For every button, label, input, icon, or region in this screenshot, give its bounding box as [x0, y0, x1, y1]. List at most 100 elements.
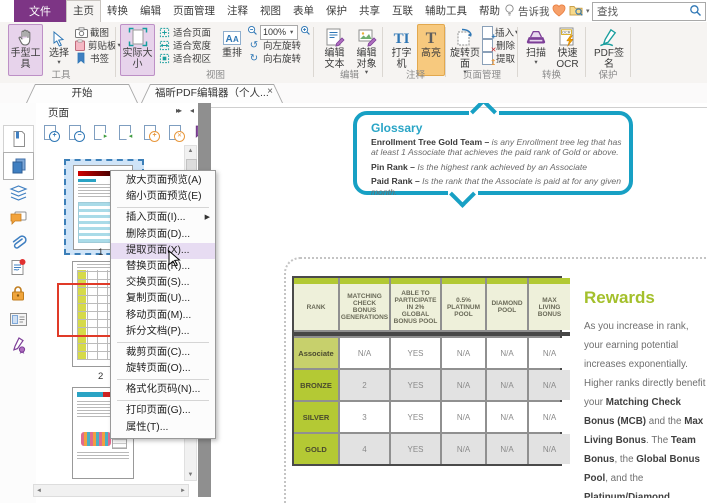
menu-separator [117, 342, 209, 343]
menu-tab-connect[interactable]: 互联 [386, 0, 419, 22]
layers-panel-button[interactable] [7, 182, 29, 204]
table-rank-cell: GOLD [294, 434, 338, 464]
digital-signatures-panel-button[interactable] [7, 256, 29, 278]
ribbon-divider [517, 27, 518, 77]
scroll-left-icon[interactable]: ◄ [36, 488, 42, 494]
fields-panel-button[interactable] [7, 308, 29, 330]
thumb3-diagram [81, 432, 111, 446]
delete-pages-button[interactable]: ✕ 删除 [482, 39, 515, 51]
table-cell: YES [391, 338, 440, 368]
security-panel-button[interactable] [7, 282, 29, 304]
context-menu-item-move-pages[interactable]: 移动页面(M)... [111, 308, 215, 324]
snapshot-button[interactable]: 截图 [74, 26, 118, 38]
bookmark-button[interactable]: 书签 [74, 52, 118, 64]
menu-tab-form[interactable]: 表单 [287, 0, 320, 22]
find-box[interactable] [592, 2, 706, 21]
context-menu-item-crop-pages[interactable]: 裁剪页面(C)... [111, 345, 215, 361]
extract-page-button[interactable]: ▸ [94, 125, 109, 141]
menu-tab-protect[interactable]: 保护 [320, 0, 353, 22]
table-cell: N/A [529, 370, 570, 400]
panel-horizontal-scrollbar[interactable]: ◄ ► [33, 484, 189, 497]
fit-width-button[interactable]: 适合宽度 [157, 39, 215, 51]
zoom-row: 100%▾ [247, 26, 311, 38]
glossary-callout: Glossary Enrollment Tree Gold Team – is … [353, 111, 633, 195]
doc-tab-editor[interactable]: 福昕PDF编辑器（个人... × [141, 84, 283, 103]
close-tab-icon[interactable]: × [267, 86, 273, 97]
table-cell: YES [391, 402, 440, 432]
clipboard-button[interactable]: 剪贴板▾ [74, 39, 118, 51]
ribbon-divider [585, 27, 586, 77]
table-rank-cell: SILVER [294, 402, 338, 432]
context-menu-item-split-document[interactable]: 拆分文档(P)... [111, 324, 215, 340]
comments-panel-button[interactable] [7, 207, 29, 229]
fit-visible-button[interactable]: 适合视区 [157, 52, 215, 64]
insert-pages-button[interactable]: + 插入▾ [482, 26, 515, 38]
enlarge-thumbnails-button[interactable]: + [44, 125, 59, 141]
context-menu-item-duplicate-pages[interactable]: 复制页面(U)... [111, 291, 215, 307]
thumb1-heading [78, 179, 96, 182]
context-menu-item-delete-pages[interactable]: 删除页面(D)... [111, 227, 215, 243]
document-tab-bar: 开始 福昕PDF编辑器（个人... × [0, 83, 707, 104]
lock-icon [9, 284, 27, 302]
menu-tab-accessibility[interactable]: 辅助工具 [419, 0, 473, 22]
delete-page-button[interactable]: ✕ [169, 125, 184, 141]
scroll-down-icon[interactable]: ▼ [185, 472, 196, 478]
context-menu-item-replace-pages[interactable]: 替换页面(R)... [111, 259, 215, 275]
main-area: 页面 ▸▸ ◂ + − ▸ ◂ + ✕ 1 2 [0, 103, 707, 503]
menu-separator [117, 400, 209, 401]
attachments-panel-button[interactable] [7, 232, 29, 254]
pages-panel-tab[interactable] [3, 152, 34, 180]
menu-tab-convert[interactable]: 转换 [101, 0, 134, 22]
clipboard-icon [74, 39, 86, 51]
expand-panel-icon[interactable]: ▸▸ [176, 106, 180, 115]
search-icon[interactable] [689, 4, 702, 20]
insert-page-button[interactable]: + [144, 125, 159, 141]
menu-tab-organize[interactable]: 页面管理 [167, 0, 221, 22]
fit-page-button[interactable]: 适合页面 [157, 26, 215, 38]
context-menu-item-properties[interactable]: 属性(T)... [111, 420, 215, 436]
menu-tab-home[interactable]: 主页 [66, 0, 101, 22]
svg-text:A: A [233, 35, 239, 44]
file-menu-button[interactable]: 文件 [14, 0, 66, 22]
context-menu-item-print-pages[interactable]: 打印页面(G)... [111, 403, 215, 419]
table-cell: N/A [487, 370, 527, 400]
fit-width-icon [157, 39, 171, 51]
tell-me-button[interactable]: 告诉我 [504, 0, 550, 22]
rotate-right-button[interactable]: ↻ 向右旋转 [247, 52, 311, 64]
menu-tab-edit[interactable]: 编辑 [134, 0, 167, 22]
scroll-right-icon[interactable]: ► [180, 488, 186, 494]
extract-pages-button[interactable]: ↥ 提取 [482, 52, 515, 64]
context-menu-item-insert-pages[interactable]: 插入页面(I)...▶ [111, 210, 215, 226]
context-menu-item-rotate-pages[interactable]: 旋转页面(O)... [111, 361, 215, 377]
certification-panel-button[interactable] [7, 334, 29, 356]
thumb3-text2 [77, 452, 129, 460]
zoom-in-icon[interactable] [300, 25, 311, 39]
paperclip-icon [9, 234, 27, 252]
context-menu-item-shrink-preview[interactable]: 缩小页面预览(E) [111, 189, 215, 205]
menu-tab-share[interactable]: 共享 [353, 0, 386, 22]
favorite-heart-icon[interactable] [552, 4, 566, 20]
find-input[interactable] [593, 5, 689, 19]
context-menu-item-extract-pages[interactable]: 提取页面(X)... [111, 243, 215, 259]
ribbon-group-comment: TI 打字机 T 高亮 注释 [386, 22, 445, 82]
context-menu-item-enlarge-preview[interactable]: 放大页面预览(A) [111, 173, 215, 189]
table-cell: YES [391, 434, 440, 464]
folder-search-button[interactable]: ▾ [569, 4, 590, 17]
glossary-title: Glossary [371, 121, 422, 135]
scroll-up-icon[interactable]: ▲ [185, 148, 196, 154]
zoom-out-icon[interactable] [247, 25, 258, 39]
chevron-down-icon: ▾ [534, 60, 537, 65]
edit-object-icon [356, 25, 378, 48]
bookmarks-panel-tab[interactable] [3, 125, 34, 153]
menu-tab-help[interactable]: 帮助 [473, 0, 506, 22]
context-menu-item-format-page-numbers[interactable]: 格式化页码(N)... [111, 382, 215, 398]
context-menu-item-swap-pages[interactable]: 交换页面(S)... [111, 275, 215, 291]
replace-page-button[interactable]: ◂ [119, 125, 134, 141]
menu-tab-comment[interactable]: 注释 [221, 0, 254, 22]
certify-pen-icon [9, 336, 27, 354]
menu-tab-view[interactable]: 视图 [254, 0, 287, 22]
collapse-panel-icon[interactable]: ◂ [190, 106, 194, 115]
doc-tab-start[interactable]: 开始 [26, 84, 138, 103]
rotate-left-button[interactable]: ↺ 向左旋转 [247, 39, 311, 51]
shrink-thumbnails-button[interactable]: − [69, 125, 84, 141]
